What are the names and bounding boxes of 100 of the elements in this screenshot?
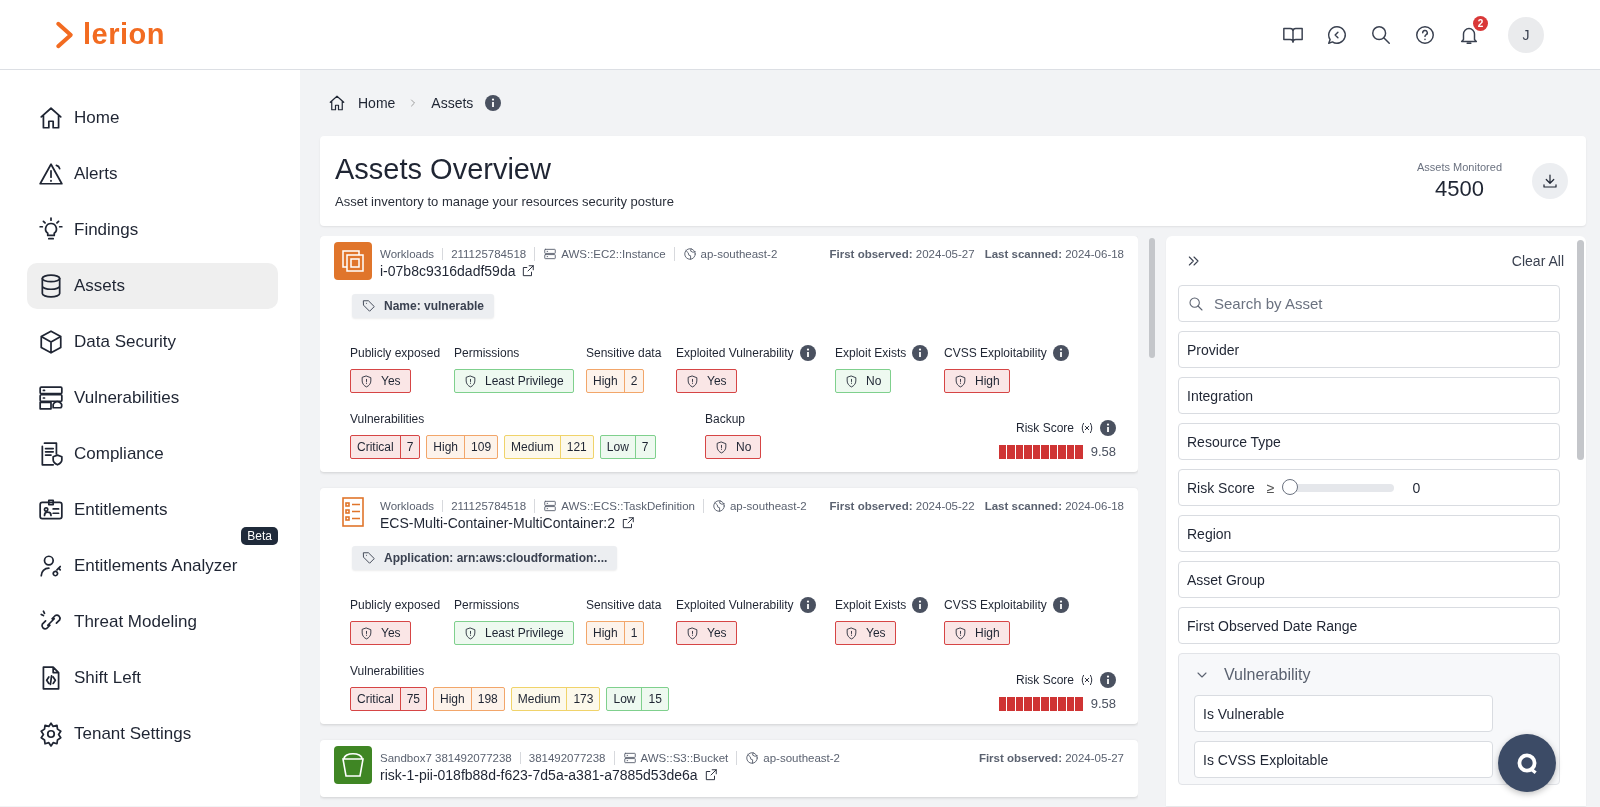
operator: ≥	[1266, 479, 1275, 496]
database-icon	[38, 273, 64, 299]
search-icon	[1370, 23, 1392, 46]
filter-dropdown[interactable]: Is CVSS Exploitable	[1194, 741, 1493, 778]
search-field[interactable]: Search by Asset	[1178, 285, 1560, 322]
meta-text: ap-southeast-2	[700, 248, 778, 260]
status-chip: High	[944, 369, 1010, 393]
scrollbar[interactable]	[1577, 240, 1584, 460]
meta-text: ap-southeast-2	[729, 500, 807, 512]
page-subtitle: Asset inventory to manage your resources security posture	[335, 194, 674, 209]
attribute-label: Exploit Exists	[835, 346, 907, 360]
attribute-label: CVSS Exploitability	[944, 598, 1047, 612]
sidebar-item[interactable]: Assets	[27, 263, 278, 309]
shield-icon	[954, 374, 967, 388]
meta-text: Sandbox7 381492077238	[380, 752, 512, 764]
info-icon[interactable]	[485, 95, 502, 111]
server-icon	[543, 499, 558, 513]
sidebar-item[interactable]: Tenant Settings	[27, 711, 278, 757]
attribute-label: Vulnerabilities	[350, 412, 425, 426]
chip-icon	[334, 242, 372, 280]
filter-dropdown[interactable]: Resource Type	[1178, 423, 1560, 460]
group-toggle[interactable]: Vulnerability	[1194, 660, 1543, 686]
scrollbar[interactable]	[1149, 238, 1155, 358]
info-icon[interactable]	[1052, 345, 1069, 361]
asset-card[interactable]: Sandbox7 381492077238 381492077238 AWS::S3::Bucket ap-southeast-2 First observed: 2024-05-27 risk-1-pii-018fb88d-f623-7d5a-a381-a7885d53de6a	[320, 740, 1138, 797]
globe-icon	[682, 247, 697, 261]
info-icon[interactable]	[1052, 597, 1069, 613]
id-card-icon	[38, 497, 64, 523]
notification-badge: 2	[1473, 15, 1488, 31]
severity-chip: Medium 121	[504, 435, 594, 459]
last-scanned: Last scanned: 2024-06-18	[984, 248, 1124, 260]
risk-score-label: Risk Score	[1016, 673, 1074, 687]
asset-name[interactable]: risk-1-pii-018fb88d-f623-7d5a-a381-a7885d53de6a	[380, 767, 698, 783]
sidebar-item[interactable]: Findings	[27, 207, 278, 253]
filter-dropdown[interactable]: Asset Group	[1178, 561, 1560, 598]
home-icon	[328, 94, 346, 112]
severity-chip: Critical 75	[350, 687, 428, 711]
severity-chip: Low 7	[599, 435, 656, 459]
first-observed: First observed: 2024-05-22	[829, 500, 975, 512]
severity-chip: High 2	[586, 369, 645, 393]
sidebar-item[interactable]: Shift Left	[27, 655, 278, 701]
severity-chip: Critical 7	[350, 435, 421, 459]
meta-text: 381492077238	[528, 752, 606, 764]
filter-dropdown[interactable]: First Observed Date Range	[1178, 607, 1560, 644]
shield-icon	[845, 374, 858, 388]
info-icon[interactable]	[799, 345, 816, 361]
asset-card[interactable]	[320, 488, 1138, 724]
breadcrumb-link[interactable]: Home	[358, 95, 396, 111]
last-scanned: Last scanned: 2024-06-18	[984, 500, 1124, 512]
asset-card[interactable]	[320, 236, 1138, 472]
shield-icon	[715, 440, 728, 454]
filter-dropdown[interactable]: Provider	[1178, 331, 1560, 368]
asset-name[interactable]: i-07b8c9316dadf59da	[380, 263, 516, 279]
warning-icon	[38, 161, 64, 187]
meta-text: 211125784518	[451, 500, 527, 512]
asset-name[interactable]: ECS-Multi-Container-MultiContainer:2	[380, 515, 615, 531]
info-icon[interactable]	[912, 597, 929, 613]
sidebar-item[interactable]: Compliance	[27, 431, 278, 477]
external-link-icon	[703, 768, 718, 782]
severity-chip: High 109	[426, 435, 499, 459]
sidebar-item[interactable]: Threat Modeling	[27, 599, 278, 645]
info-icon[interactable]	[799, 597, 816, 613]
shield-icon	[464, 374, 477, 388]
formula-icon	[1080, 673, 1094, 687]
attribute-label: Exploited Vulnerability	[676, 346, 794, 360]
info-icon[interactable]	[1100, 420, 1116, 436]
tag-icon	[362, 551, 376, 565]
shield-icon	[360, 374, 373, 388]
info-icon[interactable]	[1100, 672, 1116, 688]
download-button[interactable]	[1532, 163, 1568, 199]
bucket-icon	[334, 746, 372, 784]
shield-icon	[845, 626, 858, 640]
home-icon	[38, 105, 64, 131]
attribute-label: Publicly exposed	[350, 346, 441, 360]
globe-icon	[745, 751, 760, 765]
attribute-label: Permissions	[454, 598, 520, 612]
risk-score: 9.58	[1090, 444, 1116, 459]
slider-value: 0	[1412, 479, 1421, 496]
user-avatar[interactable]: J	[1508, 16, 1544, 53]
page-title: Assets Overview	[335, 153, 552, 186]
tag-chip: Application: arn:aws:cloudformation:...	[352, 546, 618, 570]
user-key-icon	[38, 553, 64, 579]
filter-label: Risk Score	[1187, 479, 1255, 496]
sidebar-item[interactable]: Vulnerabilities	[27, 375, 278, 421]
first-observed: First observed: 2024-05-27	[829, 248, 975, 260]
info-icon[interactable]	[912, 345, 929, 361]
clear-all-button[interactable]: Clear All	[1511, 253, 1564, 269]
sidebar-item[interactable]: Home	[27, 95, 278, 141]
filter-dropdown[interactable]: Is Vulnerable	[1194, 695, 1493, 732]
sidebar-item[interactable]: Data Security	[27, 319, 278, 365]
filter-dropdown[interactable]: Region	[1178, 515, 1560, 552]
globe-icon	[711, 499, 726, 513]
sidebar-item[interactable]: Alerts	[27, 151, 278, 197]
status-chip: Least Privilege	[454, 621, 574, 645]
formula-icon	[1080, 421, 1094, 435]
logo-text: lerion	[83, 20, 165, 49]
sidebar-item[interactable]: Entitlements Analyzer	[27, 543, 278, 589]
filter-dropdown[interactable]: Integration	[1178, 377, 1560, 414]
slider-thumb[interactable]	[1282, 478, 1299, 495]
attribute-label: Permissions	[454, 346, 520, 360]
